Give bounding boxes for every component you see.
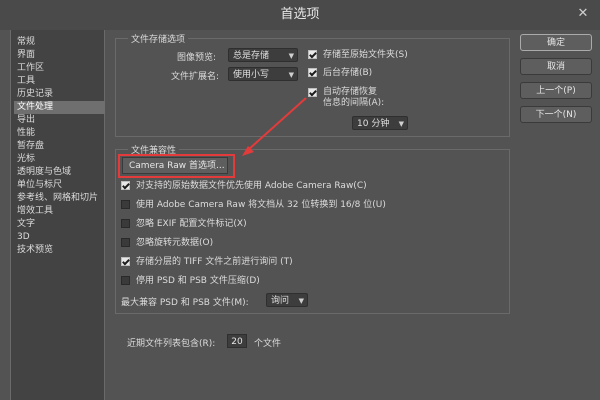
next-button[interactable]: 下一个(N)	[520, 106, 592, 123]
chevron-down-icon: ▼	[298, 297, 304, 305]
compat-option-label: 忽略 EXIF 配置文件标记(X)	[136, 219, 247, 229]
ignore-exif-checkbox[interactable]	[121, 219, 130, 228]
convert-32bit-checkbox[interactable]	[121, 200, 130, 209]
max-compat-select[interactable]: 询问 ▼	[266, 293, 308, 307]
recent-files-input[interactable]: 20	[227, 334, 247, 348]
compat-option-label: 忽略旋转元数据(O)	[136, 238, 214, 248]
recent-files-unit: 个文件	[254, 339, 282, 349]
prefer-camera-raw-checkbox[interactable]	[121, 181, 130, 190]
ask-layered-tiff-checkbox[interactable]	[121, 257, 130, 266]
compat-option-label: 对支持的原始数据文件优先使用 Adobe Camera Raw(C)	[136, 181, 367, 191]
cancel-button[interactable]: 取消	[520, 58, 592, 75]
ignore-rotation-checkbox[interactable]	[121, 238, 130, 247]
max-compat-value: 询问	[271, 296, 290, 306]
arrow-shaft	[247, 97, 307, 151]
max-compat-label: 最大兼容 PSD 和 PSB 文件(M):	[121, 298, 249, 308]
compat-option-label: 停用 PSD 和 PSB 文件压缩(D)	[136, 276, 260, 286]
prev-button[interactable]: 上一个(P)	[520, 82, 592, 99]
compat-option-label: 存储分层的 TIFF 文件之前进行询问 (T)	[136, 257, 293, 267]
recent-files-label: 近期文件列表包含(R):	[127, 339, 216, 349]
ok-button[interactable]: 确定	[520, 34, 592, 51]
disable-psd-compression-checkbox[interactable]	[121, 276, 130, 285]
compat-option-label: 使用 Adobe Camera Raw 将文档从 32 位转换到 16/8 位(…	[136, 200, 386, 210]
